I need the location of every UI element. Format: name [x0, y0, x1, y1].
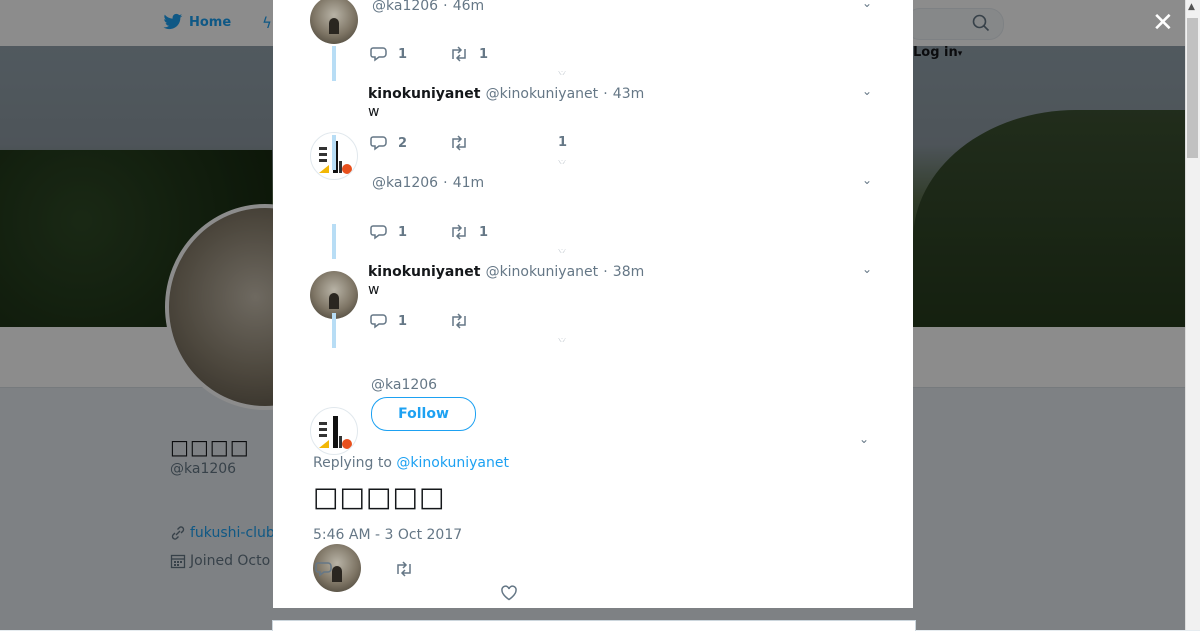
reply-button[interactable]: 1: [370, 46, 407, 62]
tweet-time[interactable]: 41m: [453, 175, 484, 191]
chevron-down-icon[interactable]: ⌄: [862, 262, 872, 276]
heart-icon[interactable]: ♡: [558, 249, 566, 253]
tweet-header: @ka1206 · 41m: [372, 172, 484, 191]
tweet-header: @ka1206 · 46m: [372, 0, 484, 14]
retweet-icon: [452, 135, 466, 151]
replying-to-link[interactable]: @kinokuniyanet: [396, 455, 509, 471]
tweet-header: kinokuniyanet @kinokuniyanet · 38m: [368, 261, 644, 280]
follow-button[interactable]: Follow: [371, 397, 476, 431]
like-count: 1: [558, 135, 568, 150]
retweet-count: 1: [479, 224, 489, 240]
thread-line: [332, 313, 336, 348]
avatar[interactable]: [310, 407, 358, 455]
tweet-header: kinokuniyanet @kinokuniyanet · 43m: [368, 83, 644, 102]
retweet-button[interactable]: [449, 135, 469, 151]
reply-count: 2: [398, 135, 408, 151]
retweet-icon: [397, 561, 411, 577]
focused-tweet-handle[interactable]: @ka1206: [371, 377, 437, 393]
retweet-icon: [452, 224, 466, 240]
separator-dot: ·: [603, 86, 608, 102]
tweet-time[interactable]: 46m: [453, 0, 484, 14]
avatar[interactable]: [310, 271, 358, 319]
thread-line: [332, 224, 336, 259]
reply-button[interactable]: [315, 561, 333, 581]
reply-icon: [370, 225, 387, 240]
reply-icon: [370, 47, 387, 62]
tweet-display-name[interactable]: kinokuniyanet: [368, 86, 480, 102]
modal-next-panel: [272, 620, 916, 631]
reply-button[interactable]: 2: [370, 135, 407, 151]
reply-count: 1: [398, 313, 408, 329]
heart-icon[interactable]: ♡: [558, 338, 566, 342]
chevron-down-icon[interactable]: ⌄: [862, 84, 872, 98]
tweet-display-name[interactable]: kinokuniyanet: [368, 264, 480, 280]
separator-dot: ·: [443, 175, 448, 191]
retweet-button[interactable]: [394, 561, 414, 581]
kinokuniya-logo: [319, 416, 352, 449]
retweet-count: 1: [479, 46, 489, 62]
reply-icon: [315, 562, 332, 577]
tweet-time[interactable]: 38m: [613, 264, 644, 280]
replying-prefix: Replying to: [313, 455, 392, 471]
focused-tweet-timestamp[interactable]: 5:46 AM - 3 Oct 2017: [313, 527, 462, 543]
retweet-icon: [452, 313, 466, 329]
chevron-down-icon[interactable]: ⌄: [859, 432, 869, 446]
tweet-handle[interactable]: @kinokuniyanet: [486, 86, 599, 102]
separator-dot: ·: [443, 0, 448, 14]
scroll-up-icon[interactable]: ▲: [1188, 2, 1195, 12]
scrollbar-thumb[interactable]: [1187, 18, 1198, 158]
retweet-button[interactable]: [449, 313, 469, 329]
focused-tweet-text: □□□□□: [313, 482, 446, 513]
tweet-handle[interactable]: @ka1206: [372, 175, 438, 191]
heart-icon[interactable]: ♡: [558, 160, 566, 164]
tweet-handle[interactable]: @kinokuniyanet: [486, 264, 599, 280]
reply-button[interactable]: 1: [370, 313, 407, 329]
like-button[interactable]: 1: [558, 135, 567, 150]
tweet-time[interactable]: 43m: [613, 86, 644, 102]
reply-count: 1: [398, 46, 408, 62]
tweet-text: w: [368, 104, 380, 120]
replying-to: Replying to @kinokuniyanet: [313, 455, 509, 471]
chevron-down-icon[interactable]: ⌄: [862, 0, 872, 10]
retweet-button[interactable]: 1: [449, 224, 488, 240]
separator-dot: ·: [603, 264, 608, 280]
tweet-text: w: [368, 282, 380, 298]
reply-count: 1: [398, 224, 408, 240]
heart-icon[interactable]: ♡: [558, 71, 566, 75]
retweet-button[interactable]: 1: [449, 46, 488, 62]
like-button[interactable]: [500, 585, 518, 605]
retweet-icon: [452, 46, 466, 62]
reply-button[interactable]: 1: [370, 224, 407, 240]
thread-line: [332, 135, 336, 170]
tweet-handle[interactable]: @ka1206: [372, 0, 438, 14]
close-icon[interactable]: ✕: [1152, 10, 1174, 36]
chevron-down-icon[interactable]: ⌄: [862, 173, 872, 187]
heart-icon: [501, 585, 517, 601]
reply-icon: [370, 136, 387, 151]
reply-icon: [370, 314, 387, 329]
thread-line: [332, 46, 336, 81]
